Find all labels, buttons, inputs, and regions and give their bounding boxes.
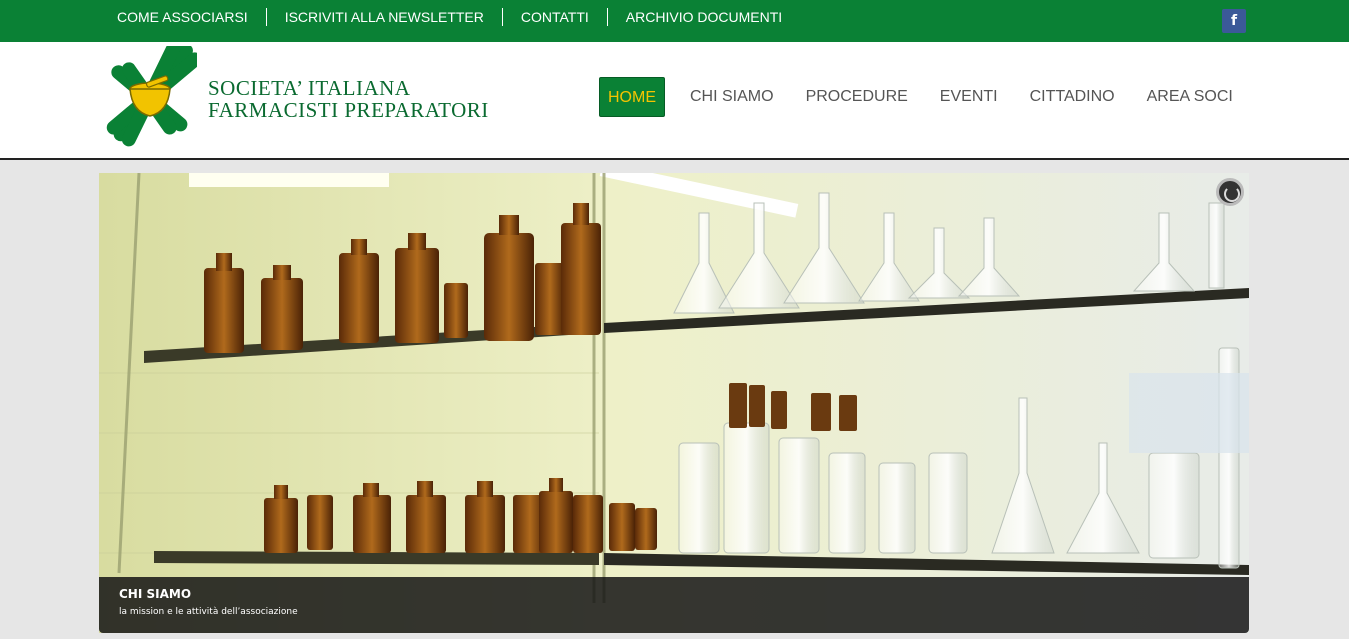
top-bar: COME ASSOCIARSI ISCRIVITI ALLA NEWSLETTE… xyxy=(0,0,1349,42)
nav-cittadino[interactable]: CITTADINO xyxy=(1014,77,1131,117)
caption-title: CHI SIAMO xyxy=(119,587,192,601)
top-nav: COME ASSOCIARSI ISCRIVITI ALLA NEWSLETTE… xyxy=(99,0,800,34)
facebook-icon[interactable]: f xyxy=(1222,9,1246,33)
nav-area-soci[interactable]: AREA SOCI xyxy=(1131,77,1249,117)
top-link-newsletter[interactable]: ISCRIVITI ALLA NEWSLETTER xyxy=(265,8,502,26)
site-header: SOCIETA’ ITALIANA FARMACISTI PREPARATORI… xyxy=(0,42,1349,160)
caption-text: la mission e le attività dell’associazio… xyxy=(119,607,298,617)
brand-name[interactable]: SOCIETA’ ITALIANA FARMACISTI PREPARATORI xyxy=(208,77,489,121)
top-link-contatti[interactable]: CONTATTI xyxy=(501,8,607,26)
nav-procedure[interactable]: PROCEDURE xyxy=(790,77,924,117)
nav-chi-siamo[interactable]: CHI SIAMO xyxy=(674,77,790,117)
hero-slider[interactable] xyxy=(99,173,1249,633)
logo-icon[interactable] xyxy=(102,46,197,156)
top-link-come-associarsi[interactable]: COME ASSOCIARSI xyxy=(99,8,266,26)
nav-home[interactable]: HOME xyxy=(599,77,665,117)
brand-line-2: FARMACISTI PREPARATORI xyxy=(208,98,489,122)
slide-image xyxy=(99,173,1249,633)
slide-caption[interactable]: CHI SIAMO la mission e le attività dell’… xyxy=(99,577,1249,633)
pause-icon[interactable] xyxy=(1216,178,1244,206)
main-nav: HOME CHI SIAMO PROCEDURE EVENTI CITTADIN… xyxy=(599,77,1249,117)
nav-eventi[interactable]: EVENTI xyxy=(924,77,1014,117)
top-link-archivio[interactable]: ARCHIVIO DOCUMENTI xyxy=(606,8,800,26)
brand-line-1: SOCIETA’ ITALIANA xyxy=(208,76,411,100)
